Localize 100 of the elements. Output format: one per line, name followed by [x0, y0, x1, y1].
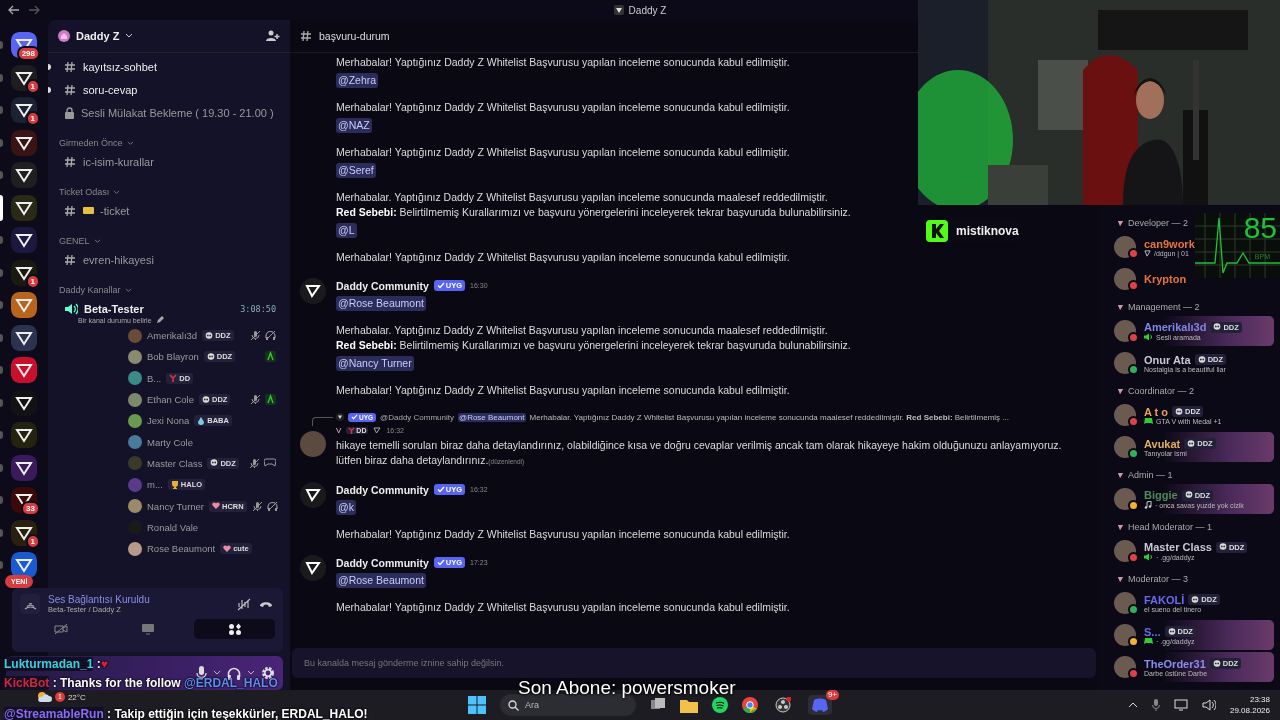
- member-name[interactable]: TheOrder31: [1144, 657, 1206, 670]
- avatar[interactable]: [1114, 540, 1136, 562]
- server-icon[interactable]: [11, 422, 37, 448]
- author-name[interactable]: Daddy Community: [336, 279, 429, 292]
- channel-name[interactable]: soru-cevap: [83, 83, 138, 96]
- channel-name[interactable]: Sesli Mülakat Bekleme ( 19.30 - 21.00 ): [81, 106, 274, 119]
- back-icon[interactable]: [8, 5, 20, 15]
- network-icon[interactable]: [1173, 699, 1188, 711]
- settings-icon[interactable]: [261, 666, 275, 680]
- server-icon[interactable]: [11, 162, 37, 188]
- headset-icon[interactable]: [227, 666, 241, 680]
- member-name[interactable]: Onur Ata: [1144, 353, 1191, 366]
- windows-icon[interactable]: [468, 696, 486, 714]
- avatar[interactable]: [1114, 488, 1136, 510]
- avatar[interactable]: [1114, 656, 1136, 678]
- browser-icon[interactable]: [742, 697, 758, 713]
- avatar[interactable]: [1114, 592, 1136, 614]
- channel-name[interactable]: kayıtsız-sohbet: [83, 60, 157, 73]
- member-name[interactable]: Master Class: [147, 457, 203, 469]
- server-icon[interactable]: [11, 227, 37, 253]
- volume-icon[interactable]: [1201, 699, 1216, 711]
- member-name[interactable]: FAKOLİ: [1144, 593, 1185, 606]
- server-icon[interactable]: [11, 454, 37, 481]
- mention[interactable]: @Seref: [336, 162, 376, 178]
- author-name[interactable]: V: [336, 426, 342, 435]
- channel-name[interactable]: -ticket: [100, 204, 130, 217]
- member-name[interactable]: Marty Cole: [147, 436, 193, 448]
- chat-app-icon[interactable]: [811, 698, 829, 712]
- category-name[interactable]: GENEL: [59, 236, 90, 246]
- member-name[interactable]: Nancy Turner: [147, 500, 205, 512]
- avatar[interactable]: [128, 392, 142, 407]
- add-member-icon[interactable]: [266, 30, 280, 42]
- member-name[interactable]: Rose Beaumont: [147, 543, 216, 555]
- member-name[interactable]: Krypton: [1144, 273, 1187, 285]
- forward-icon[interactable]: [28, 5, 40, 15]
- mention[interactable]: @L: [336, 222, 357, 238]
- mention[interactable]: @k: [336, 499, 356, 515]
- reply-author[interactable]: @Daddy Community: [380, 412, 454, 422]
- member-name[interactable]: Master Class: [1144, 541, 1212, 553]
- member-name[interactable]: Ronald Vale: [147, 521, 199, 533]
- folder-icon[interactable]: [680, 697, 698, 713]
- mention[interactable]: @Nancy Turner: [336, 355, 414, 371]
- server-icon[interactable]: [11, 194, 37, 221]
- disconnect-icon[interactable]: [259, 600, 273, 608]
- avatar[interactable]: [1114, 268, 1136, 290]
- member-name[interactable]: S...: [1144, 625, 1161, 638]
- mention[interactable]: @Rose Beaumont: [336, 572, 426, 588]
- reply-preview[interactable]: Merhabalar. Yaptığınız Daddy Z Whitelist Başvurusu yapılan inceleme sonucunda maalesef reddedilmiştir. Red Sebebi: Belirtilmemiş ...: [529, 412, 1009, 422]
- chevron-icon[interactable]: [247, 670, 255, 676]
- server-name[interactable]: Daddy Z: [76, 30, 120, 42]
- avatar[interactable]: [1114, 624, 1136, 646]
- author-name[interactable]: Daddy Community: [336, 483, 429, 496]
- channel-name[interactable]: evren-hikayesi: [83, 253, 154, 266]
- chevron-up-icon[interactable]: [1127, 702, 1138, 708]
- pencil-icon[interactable]: [155, 316, 164, 324]
- server-icon[interactable]: [11, 129, 37, 156]
- member-name[interactable]: Avukat: [1144, 437, 1181, 450]
- member-name[interactable]: Ethan Cole: [147, 394, 194, 406]
- mention[interactable]: @Rose Beaumont: [336, 295, 426, 311]
- server-icon[interactable]: [11, 389, 37, 416]
- member-name[interactable]: Amerikalı3d: [147, 330, 198, 342]
- activities-button[interactable]: [194, 619, 275, 639]
- avatar[interactable]: [128, 499, 142, 513]
- avatar[interactable]: [128, 413, 142, 428]
- member-name[interactable]: can9work: [1144, 237, 1195, 250]
- server-icon[interactable]: [11, 552, 37, 578]
- category-name[interactable]: Ticket Odası: [59, 187, 110, 197]
- avatar[interactable]: [128, 371, 142, 386]
- avatar[interactable]: [128, 541, 142, 556]
- member-name[interactable]: A t o: [1144, 405, 1169, 418]
- avatar[interactable]: [1114, 436, 1136, 458]
- member-name[interactable]: Bob Blayron: [147, 351, 199, 363]
- avatar[interactable]: [1114, 320, 1136, 342]
- recording-app-icon[interactable]: [775, 697, 791, 713]
- category-name[interactable]: Girmeden Önce: [59, 138, 123, 148]
- mention[interactable]: @Zehra: [336, 72, 379, 88]
- member-name[interactable]: Jexi Nona: [147, 415, 190, 427]
- member-name[interactable]: Biggie: [1144, 489, 1178, 501]
- mention[interactable]: @Rose Beaumont: [458, 412, 526, 422]
- category-name[interactable]: Daddy Kanallar: [59, 285, 121, 295]
- server-icon[interactable]: [11, 259, 37, 286]
- server-icon[interactable]: [11, 324, 37, 351]
- member-name[interactable]: B...: [147, 372, 162, 384]
- chevron-icon[interactable]: [125, 33, 134, 39]
- clock-time[interactable]: 23:38: [1249, 694, 1270, 705]
- mention[interactable]: @NAZ: [336, 117, 372, 133]
- avatar[interactable]: [1114, 236, 1136, 258]
- channel-name[interactable]: Beta-Tester: [84, 302, 144, 315]
- server-icon[interactable]: [11, 519, 37, 546]
- chevron-icon[interactable]: [213, 670, 221, 676]
- author-name[interactable]: Daddy Community: [336, 556, 429, 569]
- avatar[interactable]: [1114, 352, 1136, 374]
- member-name[interactable]: Amerikalı3d: [1144, 321, 1207, 333]
- member-name[interactable]: m...: [147, 479, 163, 491]
- avatar[interactable]: [1114, 404, 1136, 426]
- channel-name[interactable]: ic-isim-kurallar: [83, 155, 154, 168]
- server-icon[interactable]: [11, 292, 37, 318]
- clock-date[interactable]: 29.08.2026: [1229, 705, 1270, 716]
- noise-suppression-icon[interactable]: [237, 597, 251, 611]
- server-icon[interactable]: [11, 357, 37, 383]
